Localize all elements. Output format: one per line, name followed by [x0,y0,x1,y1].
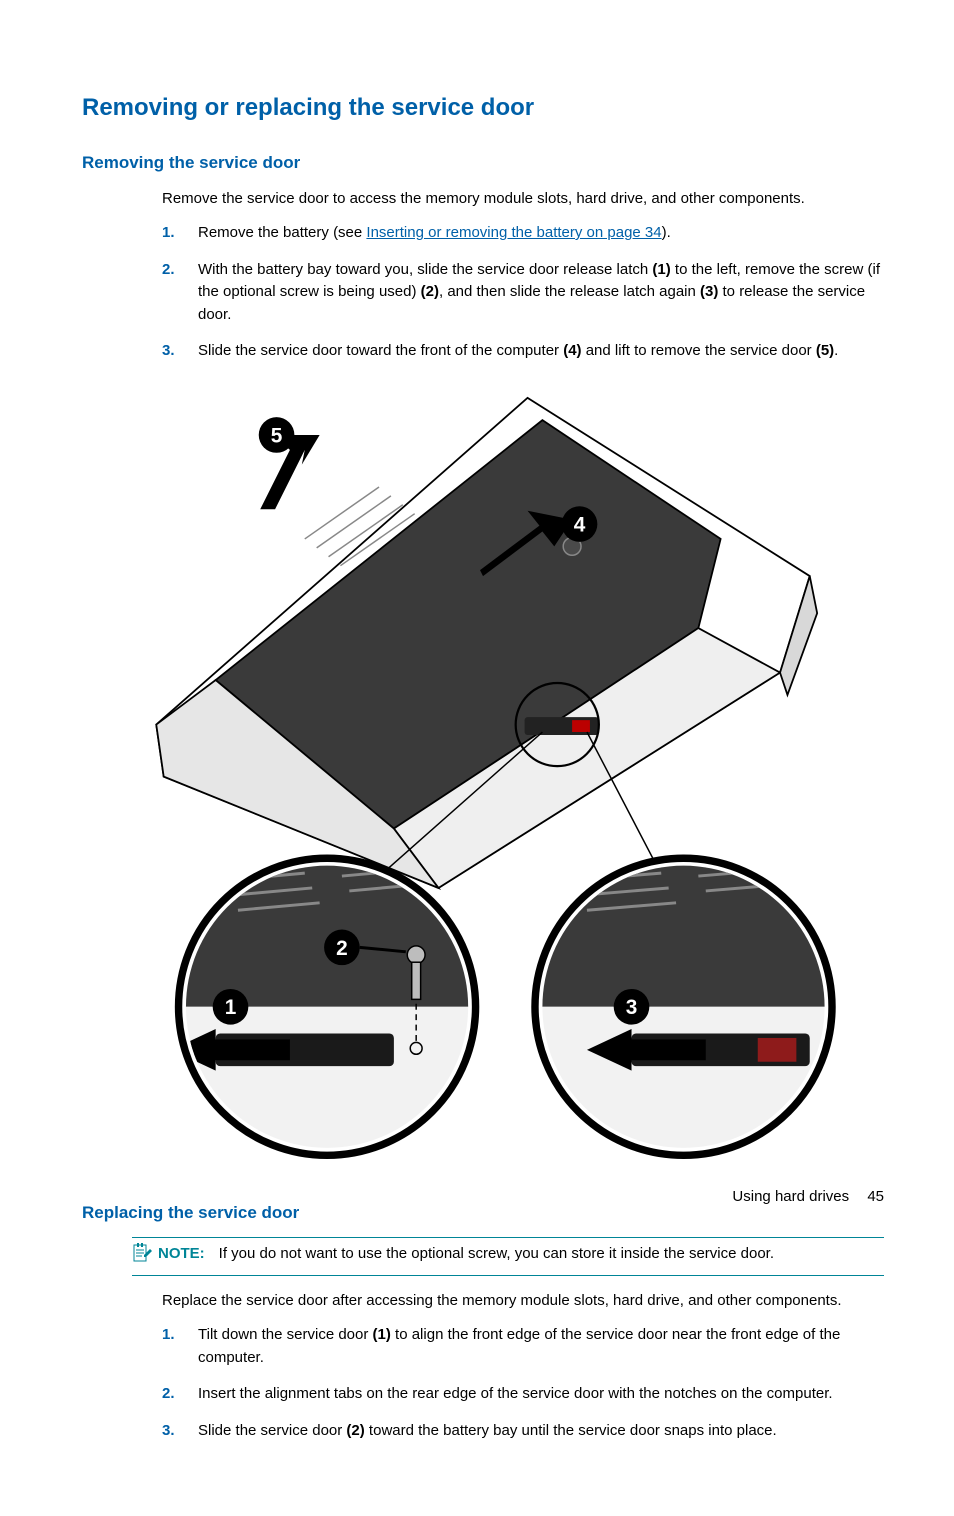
page-title: Removing or replacing the service door [82,90,884,126]
link-battery[interactable]: Inserting or removing the battery on pag… [366,224,661,241]
step-number: 3. [162,340,175,363]
footer-section: Using hard drives [732,1188,849,1205]
service-door-illustration: 5 4 [82,383,884,1170]
page-number: 45 [867,1188,884,1205]
list-item: 1. Remove the battery (see Inserting or … [162,222,884,245]
svg-text:4: 4 [574,513,586,536]
list-item: 2. Insert the alignment tabs on the rear… [162,1383,884,1406]
list-item: 3. Slide the service door toward the fro… [162,340,884,363]
section1-steps: 1. Remove the battery (see Inserting or … [162,222,884,363]
step-number: 1. [162,222,175,245]
list-item: 2. With the battery bay toward you, slid… [162,259,884,327]
step-number: 3. [162,1420,175,1443]
note-icon [132,1242,158,1271]
svg-text:2: 2 [336,936,348,959]
svg-text:1: 1 [225,996,237,1019]
section1-intro: Remove the service door to access the me… [162,188,884,211]
svg-text:5: 5 [271,424,283,447]
list-item: 1. Tilt down the service door (1) to ali… [162,1324,884,1369]
list-item: 3. Slide the service door (2) toward the… [162,1420,884,1443]
section-removing-title: Removing the service door [82,150,884,176]
page-footer: Using hard drives 45 [732,1186,884,1209]
section2-intro: Replace the service door after accessing… [162,1290,884,1313]
step-number: 1. [162,1324,175,1347]
note-text: If you do not want to use the optional s… [219,1245,774,1262]
step-number: 2. [162,1383,175,1406]
step-text: Remove the battery (see [198,224,366,241]
step-number: 2. [162,259,175,282]
section2-steps: 1. Tilt down the service door (1) to ali… [162,1324,884,1442]
svg-text:3: 3 [626,996,638,1019]
note-label: NOTE: [158,1245,205,1262]
